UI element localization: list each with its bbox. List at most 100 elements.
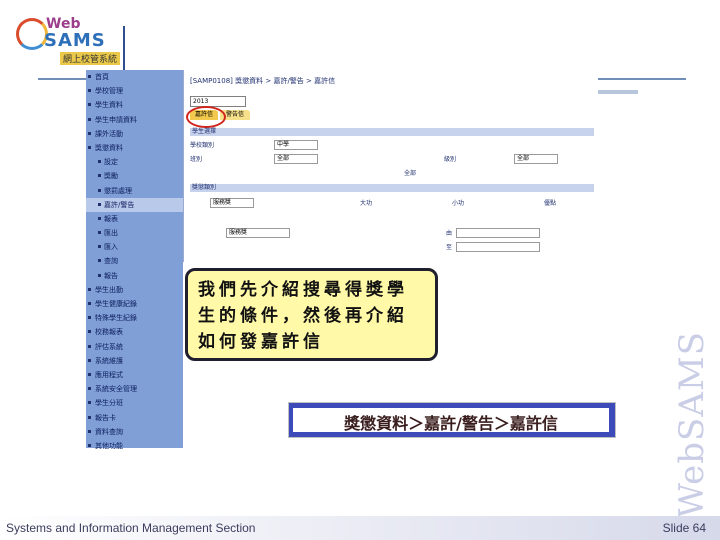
- bullet-icon: [88, 429, 91, 433]
- class-label: 班別: [190, 156, 203, 163]
- class-select[interactable]: 全部: [274, 154, 318, 164]
- sidebar-item[interactable]: 系統安全管理: [86, 382, 183, 396]
- sidebar-item-label: 設定: [104, 158, 118, 167]
- sidebar-item-label: 學生出勤: [95, 285, 123, 294]
- school-type-label: 學校類別: [190, 142, 215, 149]
- sidebar-item-label: 獎懲資料: [95, 143, 123, 152]
- bullet-icon: [88, 287, 91, 291]
- sidebar-item-label: 評估系統: [95, 342, 123, 351]
- sidebar-menu: 首頁 學校管理 學生資料 學生申請資料 課外活動 獎懲資料 設定 獎勵 懲罰處理 嘉許/警告 報表匯…: [86, 70, 183, 450]
- websams-logo: Web SAMS 網上校管系統: [8, 14, 128, 66]
- bullet-icon: [98, 245, 101, 249]
- section-header-student: 學生選擇: [190, 128, 594, 136]
- sidebar-item-label: 獎勵: [104, 172, 118, 181]
- slide-number: Slide 64: [662, 521, 706, 535]
- sidebar-item-label: 嘉許/警告: [104, 200, 135, 209]
- sidebar-item-label: 學校管理: [95, 87, 123, 96]
- bullet-icon: [98, 160, 101, 164]
- bullet-icon: [88, 387, 91, 391]
- bullet-icon: [88, 372, 91, 376]
- sidebar-item[interactable]: 報告卡: [86, 411, 183, 425]
- sidebar-item[interactable]: 評估系統: [86, 340, 183, 354]
- screenshot-main-panel: [SAMP0108] 獎懲資料 > 嘉許/警告 > 嘉許信 2013 嘉許信 警…: [183, 70, 598, 262]
- date-from-input[interactable]: [456, 228, 540, 238]
- bullet-icon: [88, 330, 91, 334]
- sidebar-item[interactable]: 首頁: [86, 70, 183, 84]
- panel-title: [SAMP0108] 獎懲資料 > 嘉許/警告 > 嘉許信: [190, 77, 336, 85]
- sidebar-item[interactable]: 獎勵: [86, 169, 183, 183]
- sidebar-item[interactable]: 懲罰處理: [86, 184, 183, 198]
- radio-all-label[interactable]: 全部: [404, 168, 416, 178]
- bullet-icon: [88, 117, 91, 121]
- sidebar-item[interactable]: 資料查詢: [86, 425, 183, 439]
- level-label: 級別: [444, 156, 457, 163]
- sidebar-item-label: 學生分班: [95, 399, 123, 408]
- sidebar-item[interactable]: 設定: [86, 155, 183, 169]
- award-sub-select[interactable]: 服務獎: [226, 228, 290, 238]
- bullet-icon: [88, 401, 91, 405]
- sidebar-item-label: 報告: [104, 271, 118, 280]
- sidebar-item-label: 報告卡: [95, 413, 116, 422]
- sidebar-item-label: 特殊學生紀錄: [95, 314, 137, 323]
- sidebar-item[interactable]: 報告: [86, 269, 183, 283]
- sidebar-item[interactable]: 其他功能: [86, 439, 183, 453]
- sidebar-item-label: 學生申請資料: [95, 115, 137, 124]
- slide-footer: Systems and Information Management Secti…: [0, 516, 720, 540]
- sidebar-item[interactable]: 匯入: [86, 240, 183, 254]
- award-type-select[interactable]: 服務獎: [210, 198, 254, 208]
- sidebar-item[interactable]: 嘉許/警告: [86, 197, 183, 212]
- bullet-icon: [98, 188, 101, 192]
- websams-watermark: WebSAMS: [672, 330, 712, 518]
- sidebar-item[interactable]: 匯出: [86, 226, 183, 240]
- sidebar-item-label: 匯入: [104, 243, 118, 252]
- navigation-path-inner: 獎懲資料＞嘉許/警告＞嘉許信: [293, 408, 609, 433]
- bullet-icon: [88, 145, 91, 149]
- from-label: 由: [446, 230, 453, 237]
- sidebar-item-label: 學生健康紀錄: [95, 300, 137, 308]
- level-select[interactable]: 全部: [514, 154, 558, 164]
- sidebar-item[interactable]: 學生出勤: [86, 283, 183, 297]
- callout-text: 我們先介紹搜尋得獎學生的條件，然後再介紹如何發嘉許信: [198, 280, 408, 352]
- bullet-icon: [98, 231, 101, 235]
- minor-merit-label: 小功: [452, 200, 465, 207]
- sidebar-item[interactable]: 學校管理: [86, 84, 183, 98]
- navigation-path-banner: 獎懲資料＞嘉許/警告＞嘉許信: [288, 402, 616, 438]
- bullet-icon: [88, 302, 91, 305]
- school-type-field[interactable]: 中學: [274, 140, 318, 150]
- to-label: 至: [446, 244, 453, 251]
- sidebar-item-label: 系統維護: [95, 356, 123, 365]
- sidebar-item[interactable]: 校務報表: [86, 325, 183, 339]
- sidebar-item-label: 課外活動: [95, 129, 123, 138]
- date-to-input[interactable]: [456, 242, 540, 252]
- section-header-type: 獎懲類別: [190, 184, 594, 192]
- sidebar-item[interactable]: 獎懲資料: [86, 141, 183, 155]
- bullet-icon: [88, 358, 91, 362]
- merit-label: 大功: [360, 200, 373, 207]
- sidebar-item[interactable]: 課外活動: [86, 127, 183, 141]
- sidebar-item-label: 首頁: [95, 73, 109, 81]
- explanation-callout: 我們先介紹搜尋得獎學生的條件，然後再介紹如何發嘉許信: [185, 268, 438, 361]
- sidebar-item[interactable]: 系統維護: [86, 354, 183, 368]
- sidebar-item-label: 懲罰處理: [104, 186, 132, 195]
- sidebar-item[interactable]: 學生資料: [86, 98, 183, 112]
- bullet-icon: [98, 202, 101, 206]
- sidebar-item[interactable]: 學生申請資料: [86, 113, 183, 127]
- sidebar-item[interactable]: 查詢: [86, 254, 183, 268]
- sidebar-item[interactable]: 應用程式: [86, 368, 183, 382]
- sidebar-item-label: 資料查詢: [95, 427, 123, 436]
- sidebar-item[interactable]: 報表: [86, 212, 183, 226]
- highlight-circle: [186, 106, 226, 128]
- sidebar-item-label: 其他功能: [95, 441, 123, 450]
- bullet-icon: [88, 103, 91, 107]
- bullet-icon: [98, 216, 101, 220]
- sidebar-item[interactable]: 特殊學生紀錄: [86, 311, 183, 325]
- sidebar-item-label: 系統安全管理: [95, 385, 137, 394]
- header-divider-vertical: [123, 26, 125, 76]
- bullet-icon: [88, 316, 91, 320]
- sidebar-item[interactable]: 學生健康紀錄: [86, 297, 183, 311]
- year-select[interactable]: 2013: [190, 96, 246, 107]
- bullet-icon: [88, 415, 91, 419]
- bullet-icon: [98, 259, 101, 263]
- bullet-icon: [98, 273, 101, 277]
- sidebar-item[interactable]: 學生分班: [86, 396, 183, 410]
